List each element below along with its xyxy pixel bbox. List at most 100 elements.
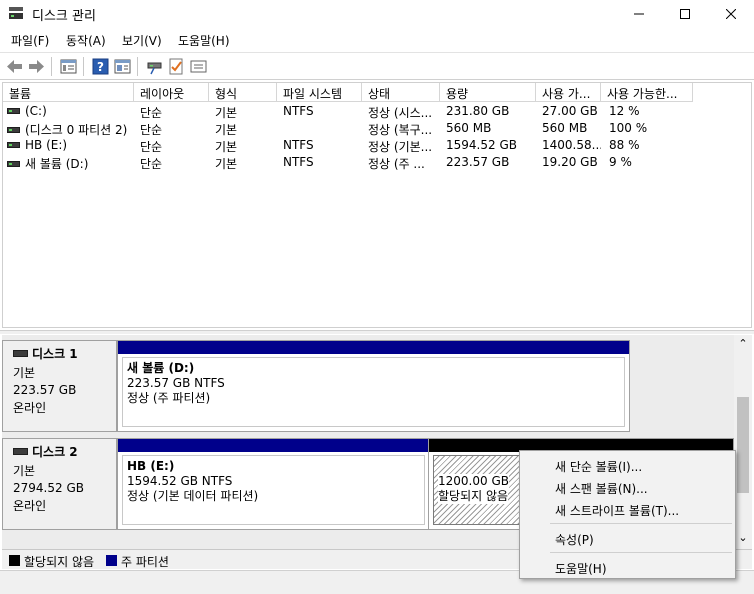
disk-size: 223.57 GB — [13, 383, 77, 397]
volume-row[interactable]: 새 볼륨 (D:) 단순 기본 NTFS 정상 (주 ... 223.57 GB… — [3, 154, 749, 171]
column-header-capacity[interactable]: 용량 — [440, 83, 536, 102]
toolbar: ? — [0, 52, 754, 80]
partition-status: 정상 (기본 데이터 파티션) — [127, 489, 259, 503]
menu-separator — [550, 552, 732, 553]
menu-file[interactable]: 파일(F) — [11, 32, 49, 49]
partition-title: HB (E:) — [127, 459, 175, 473]
back-arrow-icon[interactable] — [6, 58, 23, 75]
menu-help[interactable]: 도움말(H) — [178, 32, 230, 49]
filesystem-cell: NTFS — [283, 104, 314, 118]
column-header-status[interactable]: 상태 — [362, 83, 440, 102]
disk-name: 디스크 2 — [32, 445, 78, 459]
menu-action[interactable]: 동작(A) — [66, 32, 106, 49]
free-space-cell: 560 MB — [542, 121, 588, 135]
menu-new-spanned-volume[interactable]: 새 스팬 볼륨(N)... — [522, 476, 733, 498]
scroll-thumb[interactable] — [737, 397, 749, 493]
legend-primary-partition: 주 파티션 — [121, 555, 169, 569]
capacity-cell: 231.80 GB — [446, 104, 510, 118]
rescan-disks-icon[interactable] — [146, 58, 163, 75]
disk-management-app-icon — [9, 7, 23, 19]
disk-name: 디스크 1 — [32, 347, 78, 361]
volume-name: (디스크 0 파티션 2) — [25, 123, 128, 137]
legend-unallocated: 할당되지 않음 — [24, 555, 95, 569]
layout-cell: 단순 — [140, 140, 163, 154]
scroll-up-button[interactable]: ⌃ — [734, 335, 752, 353]
partition-status: 할당되지 않음 — [438, 489, 509, 504]
volume-icon — [7, 160, 20, 167]
percent-free-cell: 88 % — [609, 138, 640, 152]
partition-d[interactable]: 새 볼륨 (D:) 223.57 GB NTFS 정상 (주 파티션) — [117, 340, 630, 432]
menu-view[interactable]: 보기(V) — [122, 32, 162, 49]
column-header-layout[interactable]: 레이아웃 — [134, 83, 209, 102]
partition-size: 1594.52 GB NTFS — [127, 474, 233, 488]
primary-partition-swatch — [106, 555, 117, 566]
minimize-icon — [634, 13, 644, 14]
context-menu: 새 단순 볼륨(I)... 새 스팬 볼륨(N)... 새 스트라이프 볼륨(T… — [519, 450, 736, 579]
partition-e[interactable]: HB (E:) 1594.52 GB NTFS 정상 (기본 데이터 파티션) — [117, 438, 430, 530]
disk-state: 온라인 — [13, 401, 47, 415]
capacity-cell: 560 MB — [446, 121, 492, 135]
status-cell: 정상 (복구... — [368, 123, 433, 137]
chevron-down-icon: ⌄ — [738, 531, 748, 544]
type-cell: 기본 — [215, 157, 238, 171]
percent-free-cell: 100 % — [609, 121, 648, 135]
column-header-free-space[interactable]: 사용 가... — [536, 83, 601, 102]
volume-icon — [7, 126, 20, 133]
disk-size: 2794.52 GB — [13, 481, 84, 495]
toolbar-separator — [51, 57, 52, 76]
volume-icon — [7, 141, 20, 148]
scroll-down-button[interactable]: ⌄ — [734, 531, 752, 549]
minimize-button[interactable] — [616, 0, 662, 27]
partition-info: 새 볼륨 (D:) 223.57 GB NTFS 정상 (주 파티션) — [122, 357, 625, 427]
more-actions-icon[interactable] — [190, 58, 207, 75]
pane-splitter[interactable] — [0, 330, 754, 334]
partition-title: 새 볼륨 (D:) — [127, 361, 195, 375]
menu-help-item[interactable]: 도움말(H) — [522, 556, 733, 578]
volume-cell: (C:) — [7, 104, 134, 118]
forward-arrow-icon[interactable] — [28, 58, 45, 75]
column-header-filesystem[interactable]: 파일 시스템 — [277, 83, 362, 102]
volume-list: 볼륨 레이아웃 형식 파일 시스템 상태 용량 사용 가... 사용 가능한..… — [2, 82, 752, 328]
window-title: 디스크 관리 — [32, 9, 96, 24]
menu-properties[interactable]: 속성(P) — [522, 527, 733, 549]
layout-cell: 단순 — [140, 157, 163, 171]
volume-row[interactable]: (디스크 0 파티션 2) 단순 기본 정상 (복구... 560 MB 560… — [3, 120, 749, 137]
column-header-volume[interactable]: 볼륨 — [3, 83, 134, 102]
volume-icon — [7, 107, 20, 114]
free-space-cell: 19.20 GB — [542, 155, 598, 169]
menu-new-striped-volume[interactable]: 새 스트라이프 볼륨(T)... — [522, 498, 733, 520]
disk-list-icon[interactable] — [60, 58, 77, 75]
layout-cell: 단순 — [140, 123, 163, 137]
status-cell: 정상 (시스... — [368, 106, 433, 120]
disk-kind: 기본 — [13, 464, 36, 478]
column-header-type[interactable]: 형식 — [209, 83, 277, 102]
unallocated-swatch — [9, 555, 20, 566]
filesystem-cell: NTFS — [283, 155, 314, 169]
percent-free-cell: 9 % — [609, 155, 632, 169]
close-icon — [726, 8, 736, 19]
volume-row[interactable]: (C:) 단순 기본 NTFS 정상 (시스... 231.80 GB 27.0… — [3, 103, 749, 120]
console-view-icon[interactable] — [114, 58, 131, 75]
menu-separator — [550, 523, 732, 524]
disk-kind: 기본 — [13, 366, 36, 380]
disk-state: 온라인 — [13, 499, 47, 513]
properties-check-icon[interactable] — [168, 58, 185, 75]
column-header-percent-free[interactable]: 사용 가능한... — [601, 83, 693, 102]
disk-map-scrollbar[interactable]: ⌃ ⌄ — [734, 335, 752, 549]
svg-text:?: ? — [97, 60, 104, 74]
partition-size: 1200.00 GB — [438, 474, 509, 489]
help-icon[interactable]: ? — [92, 58, 109, 75]
disk-1-label[interactable]: 디스크 1 기본 223.57 GB 온라인 — [2, 340, 117, 432]
volume-cell: (디스크 0 파티션 2) — [7, 121, 134, 138]
volume-row[interactable]: HB (E:) 단순 기본 NTFS 정상 (기본... 1594.52 GB … — [3, 137, 749, 154]
partition-info: HB (E:) 1594.52 GB NTFS 정상 (기본 데이터 파티션) — [122, 455, 425, 525]
primary-partition-bar — [118, 341, 629, 354]
close-button[interactable] — [708, 0, 754, 27]
menu-bar: 파일(F) 동작(A) 보기(V) 도움말(H) — [0, 28, 754, 50]
layout-cell: 단순 — [140, 106, 163, 120]
chevron-up-icon: ⌃ — [738, 337, 748, 350]
volume-name: HB (E:) — [25, 138, 68, 152]
disk-2-label[interactable]: 디스크 2 기본 2794.52 GB 온라인 — [2, 438, 117, 530]
menu-new-simple-volume[interactable]: 새 단순 볼륨(I)... — [522, 454, 733, 476]
maximize-button[interactable] — [662, 0, 708, 27]
